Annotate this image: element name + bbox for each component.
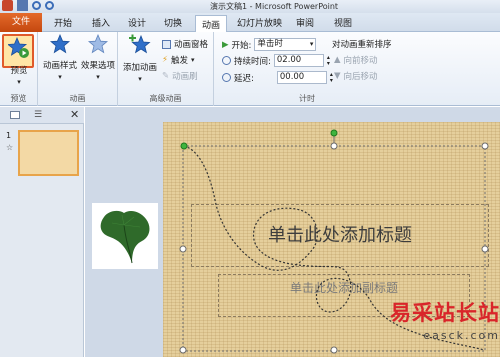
resize-handle-right[interactable] bbox=[481, 245, 489, 253]
resize-handle-top[interactable] bbox=[330, 142, 338, 150]
motion-path-start-handle[interactable] bbox=[180, 142, 188, 150]
watermark-title: 易采站长站 bbox=[390, 300, 500, 325]
watermark-url: easck.com bbox=[423, 329, 500, 342]
resize-handle-top-right[interactable] bbox=[481, 142, 489, 150]
watermark: 易采站长站 easck.com bbox=[355, 297, 500, 357]
resize-handle-bottom-left[interactable] bbox=[179, 346, 187, 354]
resize-handle-left[interactable] bbox=[179, 245, 187, 253]
resize-handle-bottom[interactable] bbox=[330, 346, 338, 354]
rotation-handle[interactable] bbox=[330, 129, 338, 137]
